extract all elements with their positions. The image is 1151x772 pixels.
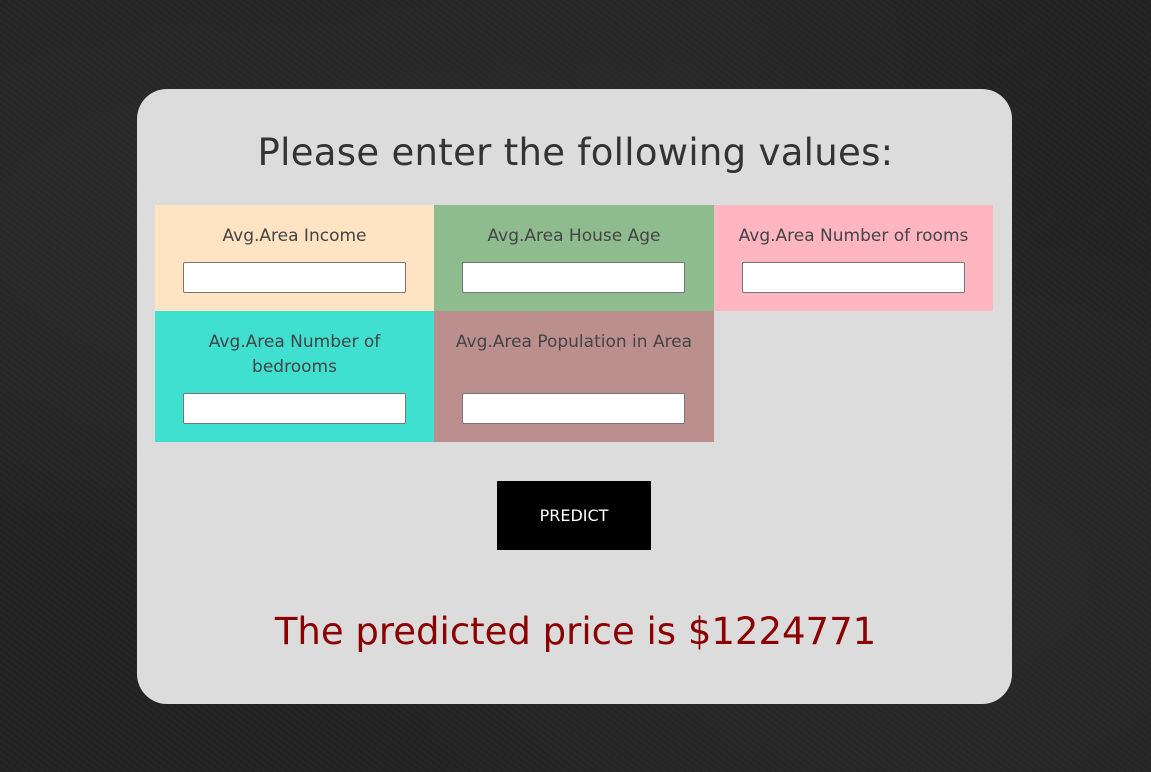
avg-area-income-input[interactable]	[183, 262, 406, 293]
page-title: Please enter the following values:	[257, 131, 894, 174]
field-label: Avg.Area Income	[222, 226, 367, 246]
field-avg-area-house-age: Avg.Area House Age	[434, 205, 714, 311]
avg-area-population-input[interactable]	[462, 393, 685, 424]
field-label: Avg.Area Population in Area	[455, 332, 693, 352]
avg-area-number-of-bedrooms-input[interactable]	[183, 393, 406, 424]
field-avg-area-number-of-rooms: Avg.Area Number of rooms	[714, 205, 993, 311]
field-avg-area-population: Avg.Area Population in Area	[434, 311, 714, 442]
field-label: Avg.Area Number of rooms	[738, 226, 969, 246]
predicted-price-text: The predicted price is $1224771	[274, 610, 877, 653]
field-avg-area-income: Avg.Area Income	[155, 205, 434, 311]
predict-button[interactable]: PREDICT	[497, 481, 651, 550]
avg-area-house-age-input[interactable]	[462, 262, 685, 293]
field-label: Avg.Area House Age	[487, 226, 661, 246]
field-avg-area-number-of-bedrooms: Avg.Area Number of bedrooms	[155, 311, 434, 442]
field-label: Avg.Area Number of bedrooms	[208, 332, 381, 377]
avg-area-number-of-rooms-input[interactable]	[742, 262, 965, 293]
